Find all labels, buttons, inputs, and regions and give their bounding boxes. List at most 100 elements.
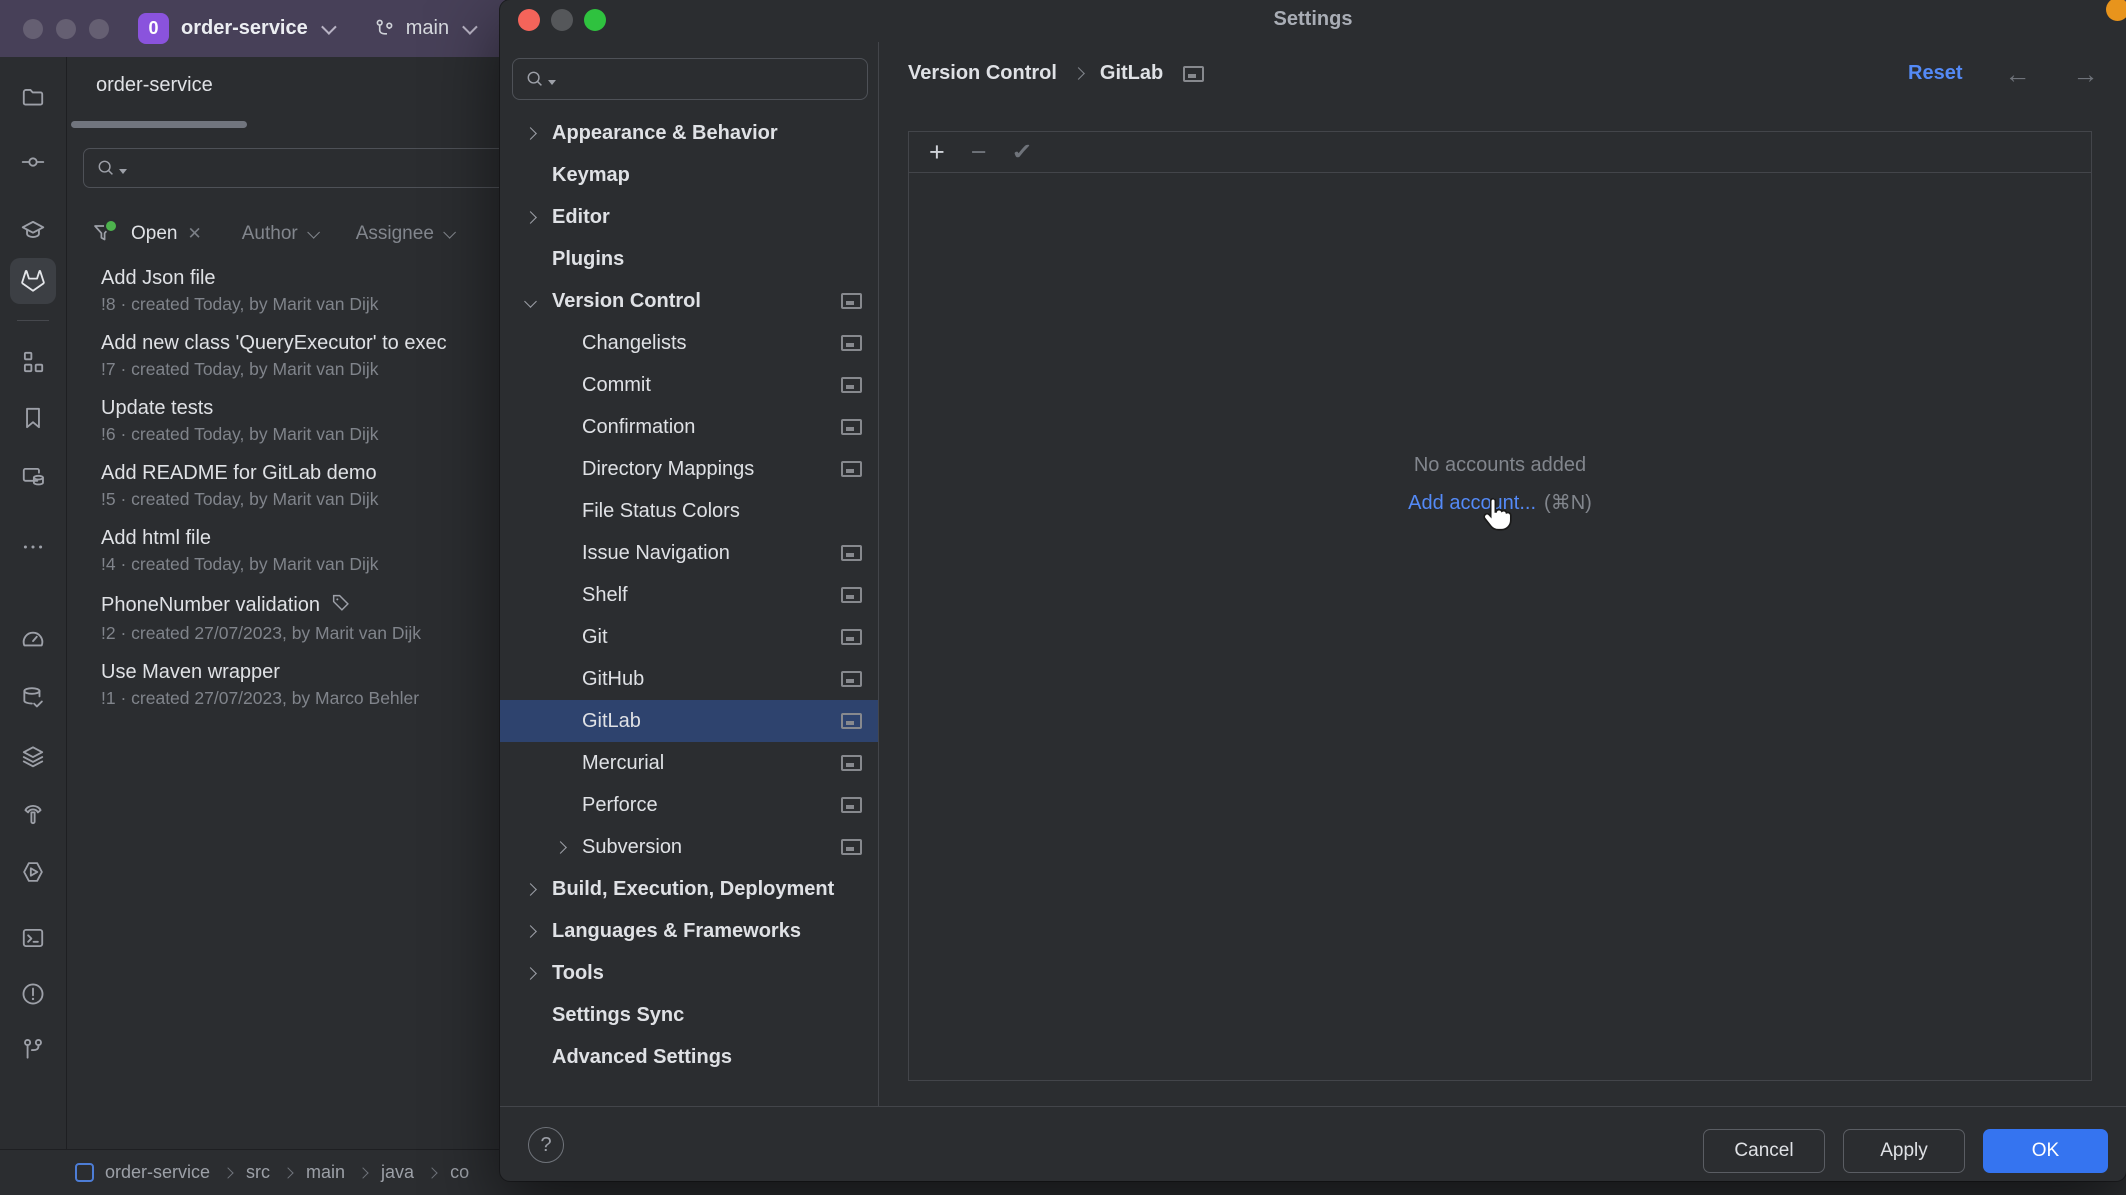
add-account-button[interactable]: + xyxy=(929,140,945,164)
filter-author-label: Author xyxy=(242,223,298,245)
forward-arrow-icon[interactable]: → xyxy=(2072,63,2098,85)
project-switcher[interactable]: order-service xyxy=(181,17,308,40)
chevron-right-icon[interactable] xyxy=(526,129,552,138)
chevron-down-icon xyxy=(443,226,456,239)
tree-item-settings-sync[interactable]: Settings Sync xyxy=(500,994,878,1036)
build-icon[interactable] xyxy=(20,801,46,827)
merge-request-item[interactable]: Add README for GitLab demo !5 · created … xyxy=(67,457,500,522)
tree-item-issue-navigation[interactable]: Issue Navigation xyxy=(500,532,878,574)
settings-search-input[interactable] xyxy=(512,58,868,100)
breadcrumb-item[interactable]: Version Control xyxy=(908,62,1057,85)
git-icon[interactable] xyxy=(20,1036,46,1062)
tree-item-appearance-behavior[interactable]: Appearance & Behavior xyxy=(500,112,878,154)
tree-item-subversion[interactable]: Subversion xyxy=(500,826,878,868)
merge-request-item[interactable]: Add html file !4 · created Today, by Mar… xyxy=(67,522,500,587)
tree-item-version-control[interactable]: Version Control xyxy=(500,280,878,322)
tree-item-directory-mappings[interactable]: Directory Mappings xyxy=(500,448,878,490)
terminal-icon[interactable] xyxy=(20,925,46,951)
tree-item-label: Confirmation xyxy=(582,416,695,439)
tree-item-editor[interactable]: Editor xyxy=(500,196,878,238)
breadcrumb-item[interactable]: java xyxy=(381,1162,414,1183)
ok-button[interactable]: OK xyxy=(1983,1129,2108,1173)
tree-item-tools[interactable]: Tools xyxy=(500,952,878,994)
chevron-right-icon[interactable] xyxy=(526,927,552,936)
branch-switcher[interactable]: main xyxy=(373,17,474,40)
tree-item-advanced-settings[interactable]: Advanced Settings xyxy=(500,1036,878,1078)
merge-request-item[interactable]: Add Json file !8 · created Today, by Mar… xyxy=(67,262,500,327)
close-window-button[interactable] xyxy=(23,19,43,39)
gitlab-tool-window-button[interactable] xyxy=(10,258,56,304)
breadcrumb-item[interactable]: order-service xyxy=(105,1162,210,1183)
tree-item-confirmation[interactable]: Confirmation xyxy=(500,406,878,448)
breadcrumb-item[interactable]: GitLab xyxy=(1100,62,1163,85)
project-icon: 0 xyxy=(138,13,169,44)
bookmarks-icon[interactable] xyxy=(20,405,46,431)
tree-item-keymap[interactable]: Keymap xyxy=(500,154,878,196)
run-anything-icon[interactable] xyxy=(20,859,46,885)
tree-item-gitlab[interactable]: GitLab xyxy=(500,700,878,742)
chevron-right-icon[interactable] xyxy=(556,843,582,852)
merge-request-item[interactable]: Use Maven wrapper !1 · created 27/07/202… xyxy=(67,656,500,721)
maximize-window-button[interactable] xyxy=(89,19,109,39)
add-account-link[interactable]: Add account... xyxy=(1408,492,1536,514)
settings-tree: Appearance & Behavior Keymap Editor Plug… xyxy=(500,112,878,1078)
more-icon[interactable] xyxy=(20,534,46,560)
chevron-right-icon[interactable] xyxy=(526,213,552,222)
breadcrumb[interactable]: order-service src main java co xyxy=(105,1162,469,1183)
breadcrumb-item[interactable]: co xyxy=(450,1162,469,1183)
cancel-button[interactable]: Cancel xyxy=(1703,1129,1825,1173)
mouse-cursor-pointer xyxy=(1479,496,1515,532)
tree-item-github[interactable]: GitHub xyxy=(500,658,878,700)
merge-request-item[interactable]: PhoneNumber validation !2 · created 27/0… xyxy=(67,587,500,656)
filter-bar: Open ✕ Author Assignee xyxy=(91,217,452,251)
tree-item-label: File Status Colors xyxy=(582,500,740,523)
tree-item-perforce[interactable]: Perforce xyxy=(500,784,878,826)
breadcrumb-item[interactable]: src xyxy=(246,1162,270,1183)
minimize-window-button[interactable] xyxy=(56,19,76,39)
tree-item-changelists[interactable]: Changelists xyxy=(500,322,878,364)
filter-assignee[interactable]: Assignee xyxy=(356,223,452,245)
database-icon[interactable] xyxy=(20,685,46,711)
filter-author[interactable]: Author xyxy=(242,223,316,245)
breadcrumb-item[interactable]: main xyxy=(306,1162,345,1183)
merge-request-search-input[interactable] xyxy=(83,148,500,188)
tree-item-file-status-colors[interactable]: File Status Colors xyxy=(500,490,878,532)
merge-request-item[interactable]: Update tests !6 · created Today, by Mari… xyxy=(67,392,500,457)
tree-item-git[interactable]: Git xyxy=(500,616,878,658)
mr-meta: !1 · created 27/07/2023, by Marco Behler xyxy=(101,688,500,709)
structure-icon[interactable] xyxy=(20,349,46,375)
reset-link[interactable]: Reset xyxy=(1908,62,1962,85)
apply-button[interactable]: Apply xyxy=(1843,1129,1965,1173)
per-project-settings-icon xyxy=(841,629,862,645)
merge-request-item[interactable]: Add new class 'QueryExecutor' to exec !7… xyxy=(67,327,500,392)
chevron-down-icon xyxy=(321,19,337,35)
chevron-right-icon xyxy=(222,1167,233,1178)
commit-icon[interactable] xyxy=(20,149,46,175)
mr-meta: !6 · created Today, by Marit van Dijk xyxy=(101,424,500,445)
tree-item-build-execution-deployment[interactable]: Build, Execution, Deployment xyxy=(500,868,878,910)
problems-icon[interactable] xyxy=(20,981,46,1007)
chevron-down-icon xyxy=(462,19,478,35)
chevron-down-icon[interactable] xyxy=(526,297,552,306)
tree-item-shelf[interactable]: Shelf xyxy=(500,574,878,616)
filter-icon[interactable] xyxy=(91,221,117,247)
device-manager-icon[interactable] xyxy=(20,464,46,490)
help-button[interactable]: ? xyxy=(528,1127,564,1163)
chevron-right-icon[interactable] xyxy=(526,969,552,978)
tree-item-mercurial[interactable]: Mercurial xyxy=(500,742,878,784)
tree-item-languages-frameworks[interactable]: Languages & Frameworks xyxy=(500,910,878,952)
project-folder-icon[interactable] xyxy=(20,84,46,110)
chevron-right-icon[interactable] xyxy=(526,885,552,894)
tree-item-plugins[interactable]: Plugins xyxy=(500,238,878,280)
learn-icon[interactable] xyxy=(20,217,46,243)
tree-item-label: Shelf xyxy=(582,584,628,607)
back-arrow-icon[interactable]: ← xyxy=(2004,63,2030,85)
tree-item-commit[interactable]: Commit xyxy=(500,364,878,406)
profiler-icon[interactable] xyxy=(20,627,46,653)
tool-window-stripe xyxy=(0,57,67,1149)
services-icon[interactable] xyxy=(20,743,46,769)
clear-filter-icon[interactable]: ✕ xyxy=(187,224,201,244)
filter-open[interactable]: Open xyxy=(131,223,177,245)
per-project-settings-icon xyxy=(841,335,862,351)
window-controls[interactable] xyxy=(23,19,109,39)
